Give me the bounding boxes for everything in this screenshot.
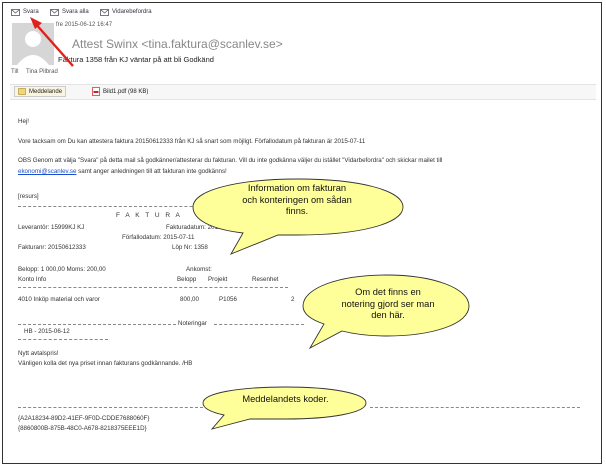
faktura-heading: F A K T U R A (116, 212, 182, 219)
forward-button[interactable]: Vidarebefordra (100, 8, 152, 16)
col-konto-info: Konto Info (18, 276, 47, 283)
body-line-1: Vore tacksam om Du kan attestera faktura… (18, 138, 366, 145)
row-resenhet: 2 (291, 296, 295, 303)
sender-name[interactable]: Attest Swinx <tina.faktura@scanlev.se> (72, 37, 283, 51)
forward-label: Vidarebefordra (112, 9, 152, 15)
note-line-2: Vänligen kolla det nya priset innan fakt… (18, 360, 193, 367)
ankomst: Ankomst: (186, 266, 212, 273)
pdf-file-icon (92, 87, 100, 96)
callout-codes (202, 386, 367, 430)
body-line-2: OBS Genom att välja "Svara" på detta mai… (18, 157, 443, 164)
to-label: Till (11, 69, 19, 75)
divider (18, 324, 176, 325)
message-tab-label: Meddelande (29, 88, 63, 95)
callout-note-text: Om det finns en notering gjord ser man d… (341, 287, 435, 321)
row-projekt: P1056 (219, 296, 237, 303)
callout-codes-text: Meddelandets koder. (242, 394, 329, 404)
belopp-moms: Belopp: 1 000,00 Moms: 200,00 (18, 266, 106, 273)
col-belopp: Belopp (177, 276, 197, 283)
divider (370, 407, 580, 408)
note-header: HB - 2015-06-12 (24, 328, 70, 335)
callout-invoice-info-text: Information om fakturan och konteringen … (242, 183, 352, 217)
noteringar-label: Noteringar (178, 320, 207, 327)
message-code-2: {8860800B-875B-48C0-A678-8218375EEE1D} (18, 425, 147, 432)
col-resenhet: Resenhet (252, 276, 279, 283)
resurs-text: [resurs] (18, 193, 39, 200)
email-link[interactable]: ekonomi@scanlev.se (18, 168, 76, 175)
message-code-1: {A2A18234-89D2-41EF-9F0D-CDDE7688060F} (18, 415, 150, 422)
divider (18, 407, 203, 408)
divider (18, 339, 108, 340)
pdf-attachment[interactable]: Bild1.pdf (98 KB) (92, 87, 148, 96)
leverantor: Leverantör: 15999KJ KJ (18, 224, 85, 231)
subject-line: Faktura 1358 från KJ väntar på att bli G… (58, 55, 214, 64)
reply-icon (11, 9, 20, 16)
divider (18, 287, 288, 288)
body-line-3: ekonomi@scanlev.se samt anger anledninge… (18, 168, 227, 175)
greeting: Hej! (18, 118, 30, 125)
col-projekt: Projekt (208, 276, 228, 283)
forward-icon (100, 9, 109, 16)
divider (214, 324, 304, 325)
arrow-annotation (30, 17, 74, 67)
note-line-1: Nytt avtalspris! (18, 350, 59, 357)
message-tab[interactable]: Meddelande (14, 86, 67, 97)
attachment-bar: Meddelande Bild1.pdf (98 KB) (10, 84, 596, 100)
row-konto: 4010 Inköp material och varor (18, 296, 100, 303)
body-line-3-rest: samt anger anledningen till att fakturan… (76, 168, 227, 175)
pdf-attachment-label: Bild1.pdf (98 KB) (103, 88, 149, 95)
row-belopp: 800,00 (180, 296, 199, 303)
envelope-icon (18, 88, 26, 95)
fakturanr: Fakturanr: 20150612333 (18, 244, 86, 251)
